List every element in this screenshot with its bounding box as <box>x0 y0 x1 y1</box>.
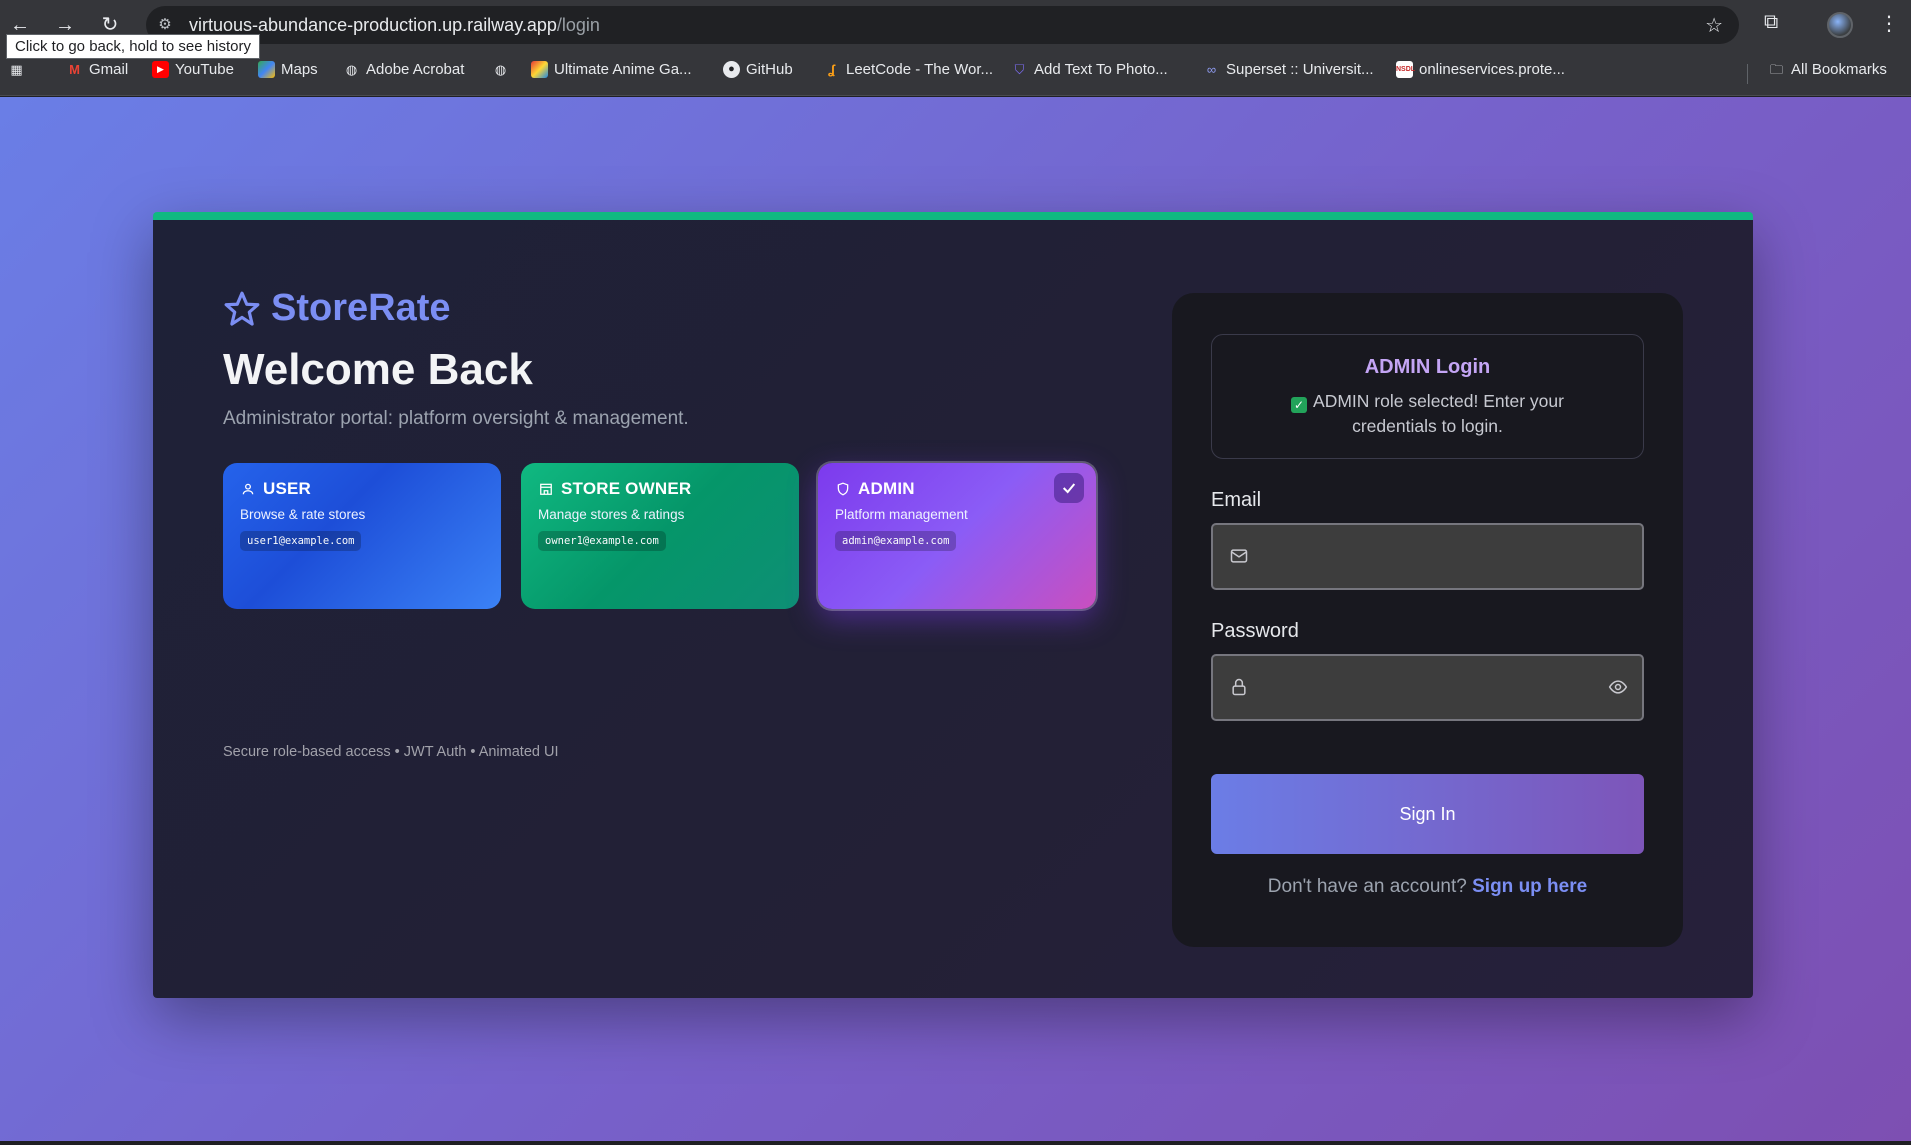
role-demo-email: user1@example.com <box>240 531 362 551</box>
bookmarks-bar: ▦ M Gmail ▶ YouTube Maps ◍ Adobe Acrobat ◍ … <box>0 50 1911 96</box>
bookmark-star-icon[interactable]: ☆ <box>1705 13 1723 38</box>
gmail-icon: M <box>69 62 80 77</box>
bookmark-leetcode[interactable]: ʆ LeetCode - The Wor... <box>823 61 993 78</box>
star-icon <box>224 291 260 326</box>
globe-icon: ◍ <box>345 62 358 77</box>
role-card-user[interactable]: USER Browse & rate stores user1@example.… <box>223 463 501 609</box>
signup-prompt: Don't have an account? Sign up here <box>1267 876 1588 897</box>
globe-icon: ◍ <box>494 62 507 77</box>
user-icon <box>240 481 256 497</box>
login-panel: ADMIN Login ✓ ADMIN role selected! Enter … <box>1172 293 1683 947</box>
role-title: STORE OWNER <box>561 479 692 498</box>
github-icon: ● <box>723 61 740 78</box>
site-settings-icon[interactable]: ⚙ <box>154 14 176 36</box>
brand: StoreRate <box>223 287 451 330</box>
role-description: Browse & rate stores <box>240 507 366 522</box>
browser-toolbar: ← → ↻ ⚙ virtuous-abundance-production.up… <box>0 0 1911 50</box>
email-input[interactable] <box>1263 525 1593 588</box>
anime-icon <box>531 61 548 78</box>
bookmark-maps[interactable]: Maps <box>258 61 318 78</box>
menu-dots-icon[interactable]: ⋮ <box>1879 11 1899 36</box>
bookmark-youtube[interactable]: ▶ YouTube <box>152 61 234 78</box>
email-field[interactable] <box>1211 523 1644 590</box>
checkbox-icon: ✓ <box>1291 397 1308 413</box>
role-description: Platform management <box>835 507 968 522</box>
mail-icon <box>1230 549 1248 563</box>
lock-icon <box>1232 678 1246 696</box>
bookmark-nsdl[interactable]: NSDL onlineservices.prote... <box>1396 61 1565 78</box>
superset-icon: ∞ <box>1206 62 1217 77</box>
bookmark-superset[interactable]: ∞ Superset :: Universit... <box>1203 61 1374 78</box>
role-selected-message: ✓ ADMIN role selected! Enter your credent… <box>1268 389 1588 439</box>
youtube-icon: ▶ <box>152 61 169 78</box>
bookmark-github[interactable]: ● GitHub <box>723 61 793 78</box>
sign-in-button[interactable]: Sign In <box>1211 774 1644 854</box>
bookmark-globe[interactable]: ◍ <box>492 61 509 78</box>
login-title: ADMIN Login <box>1364 356 1491 378</box>
bottom-edge <box>0 1141 1911 1145</box>
features-footnote: Secure role-based access • JWT Auth • An… <box>223 744 559 760</box>
bookmark-add-text[interactable]: ⛉ Add Text To Photo... <box>1011 61 1168 78</box>
page-title: Welcome Back <box>223 345 533 394</box>
password-label: Password <box>1211 620 1299 642</box>
shield-icon: ⛉ <box>1014 62 1025 77</box>
brand-name: StoreRate <box>271 287 451 329</box>
password-field[interactable] <box>1211 654 1644 721</box>
email-label: Email <box>1211 489 1262 511</box>
role-card-admin[interactable]: ADMIN Platform management admin@example.… <box>818 463 1096 609</box>
page-subtitle: Administrator portal: platform oversight… <box>223 408 689 429</box>
shield-icon <box>835 481 851 497</box>
role-card-store-owner[interactable]: STORE OWNER Manage stores & ratings owne… <box>521 463 799 609</box>
bookmark-gmail[interactable]: M Gmail <box>66 61 128 78</box>
leetcode-icon: ʆ <box>827 62 835 77</box>
url-text[interactable]: virtuous-abundance-production.up.railway… <box>189 15 600 36</box>
role-demo-email: owner1@example.com <box>538 531 666 551</box>
role-description: Manage stores & ratings <box>538 507 685 522</box>
password-input[interactable] <box>1263 656 1593 719</box>
eye-icon[interactable] <box>1608 677 1628 697</box>
profile-avatar[interactable] <box>1827 12 1853 38</box>
store-icon <box>538 481 554 497</box>
selected-check-icon <box>1054 473 1084 503</box>
bookmark-anime[interactable]: Ultimate Anime Ga... <box>531 61 692 78</box>
bookmarks-divider <box>1747 64 1748 84</box>
login-card: StoreRate Welcome Back Administrator por… <box>153 212 1753 998</box>
back-tooltip: Click to go back, hold to see history <box>6 34 260 59</box>
role-title: USER <box>263 479 312 498</box>
signup-link[interactable]: Sign up here <box>1472 876 1587 897</box>
maps-icon <box>258 61 275 78</box>
bookmark-adobe-acrobat[interactable]: ◍ Adobe Acrobat <box>343 61 465 78</box>
role-demo-email: admin@example.com <box>835 531 957 551</box>
login-header-box: ADMIN Login ✓ ADMIN role selected! Enter … <box>1211 334 1644 459</box>
extensions-icon[interactable]: ⧉ <box>1764 11 1778 34</box>
nsdl-icon: NSDL <box>1396 61 1415 78</box>
address-bar[interactable]: ⚙ virtuous-abundance-production.up.railw… <box>146 6 1739 44</box>
folder-icon: 🗀 <box>1769 62 1783 77</box>
all-bookmarks-folder[interactable]: 🗀 All Bookmarks <box>1768 61 1887 78</box>
page-background: StoreRate Welcome Back Administrator por… <box>0 97 1911 1145</box>
apps-grid-icon[interactable]: ▦ <box>8 61 25 78</box>
role-title: ADMIN <box>858 479 915 498</box>
